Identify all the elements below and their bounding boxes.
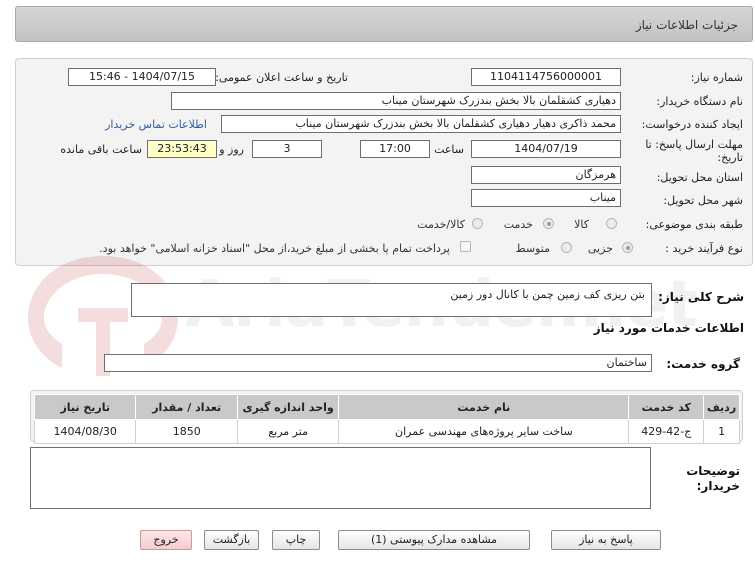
reply-button[interactable]: پاسخ به نیاز — [551, 530, 661, 550]
category-radio-goods-service[interactable] — [472, 218, 483, 229]
purchase-option-medium: متوسط — [515, 242, 550, 255]
exit-button[interactable]: خروج — [140, 530, 192, 550]
page-title: جزئیات اطلاعات نیاز — [635, 18, 738, 32]
category-option-service: خدمت — [503, 218, 533, 231]
buyer-notes-label: توضیحات — [686, 464, 740, 478]
purchase-radio-medium[interactable] — [561, 242, 572, 253]
services-table: ردیف کد خدمت نام خدمت واحد اندازه گیری ت… — [33, 394, 740, 444]
description-field: بتن ریزی کف زمین چمن با کانال دور زمین — [131, 283, 652, 317]
category-label: طبقه بندی موضوعی: — [645, 218, 743, 231]
col-code: کد خدمت — [628, 394, 705, 420]
buyer-contact-link[interactable]: اطلاعات تماس خریدار — [105, 118, 207, 131]
deadline-date-field: 1404/07/19 — [471, 140, 621, 158]
purchase-radio-minor[interactable] — [622, 242, 633, 253]
description-label: شرح کلی نیاز: — [658, 290, 744, 304]
back-button[interactable]: بازگشت — [204, 530, 259, 550]
need-info-panel — [15, 58, 753, 266]
category-option-goods-service: کالا/خدمت — [417, 218, 465, 231]
province-field: هرمزگان — [471, 166, 621, 184]
purchase-type-label: نوع فرآیند خرید : — [665, 242, 743, 255]
cell-qty: 1850 — [135, 419, 238, 444]
col-qty: تعداد / مقدار — [135, 394, 238, 420]
buyer-org-field: دهیاری کشقلمان بالا بخش بندزرک شهرستان م… — [171, 92, 621, 110]
print-button[interactable]: چاپ — [272, 530, 320, 550]
col-row: ردیف — [703, 394, 740, 420]
need-number-label: شماره نیاز: — [690, 71, 743, 84]
page-header: جزئیات اطلاعات نیاز — [15, 6, 753, 42]
category-option-goods: کالا — [574, 218, 589, 231]
city-field: میناب — [471, 189, 621, 207]
days-label: روز و — [219, 143, 244, 156]
category-radio-goods[interactable] — [606, 218, 617, 229]
days-field: 3 — [252, 140, 322, 158]
cell-name: ساخت سایر پروژه‌های مهندسی عمران — [338, 419, 630, 444]
need-number-field: 1104114756000001 — [471, 68, 621, 86]
announce-label: تاریخ و ساعت اعلان عمومی: — [215, 71, 348, 84]
creator-label: ایجاد کننده درخواست: — [641, 118, 743, 131]
remaining-label: ساعت باقی مانده — [60, 143, 142, 156]
service-group-field: ساختمان — [104, 354, 652, 372]
treasury-payment-checkbox[interactable] — [460, 241, 471, 252]
buyer-org-label: نام دستگاه خریدار: — [656, 95, 743, 108]
deadline-label-date: تاریخ: — [717, 151, 743, 164]
cell-row: 1 — [703, 419, 740, 444]
col-unit: واحد اندازه گیری — [236, 394, 340, 420]
buyer-notes-label-2: خریدار: — [696, 479, 740, 493]
services-section-title: اطلاعات خدمات مورد نیاز — [593, 321, 744, 335]
announce-date-field: 1404/07/15 - 15:46 — [68, 68, 216, 86]
purchase-option-minor: جزیی — [587, 242, 613, 255]
cell-unit: متر مربع — [236, 419, 340, 444]
creator-field: محمد ذاکری دهیار دهیاری کشقلمان بالا بخش… — [221, 115, 621, 133]
cell-code: ج-42-429 — [628, 419, 705, 444]
attachments-button[interactable]: مشاهده مدارک پیوستی (1) — [338, 530, 530, 550]
buyer-notes-field — [30, 447, 651, 509]
table-row: 1 ج-42-429 ساخت سایر پروژه‌های مهندسی عم… — [33, 419, 740, 444]
province-label: استان محل تحویل: — [656, 171, 743, 184]
city-label: شهر محل تحویل: — [663, 194, 743, 207]
deadline-label: مهلت ارسال پاسخ: تا — [645, 138, 743, 151]
col-name: نام خدمت — [338, 394, 630, 420]
category-radio-service[interactable] — [543, 218, 554, 229]
service-group-label: گروه خدمت: — [666, 357, 740, 371]
deadline-time-field: 17:00 — [360, 140, 430, 158]
col-date: تاریخ نیاز — [33, 394, 137, 420]
cell-date: 1404/08/30 — [33, 419, 137, 444]
deadline-time-label: ساعت — [434, 143, 464, 156]
remaining-time-field: 23:53:43 — [147, 140, 217, 158]
